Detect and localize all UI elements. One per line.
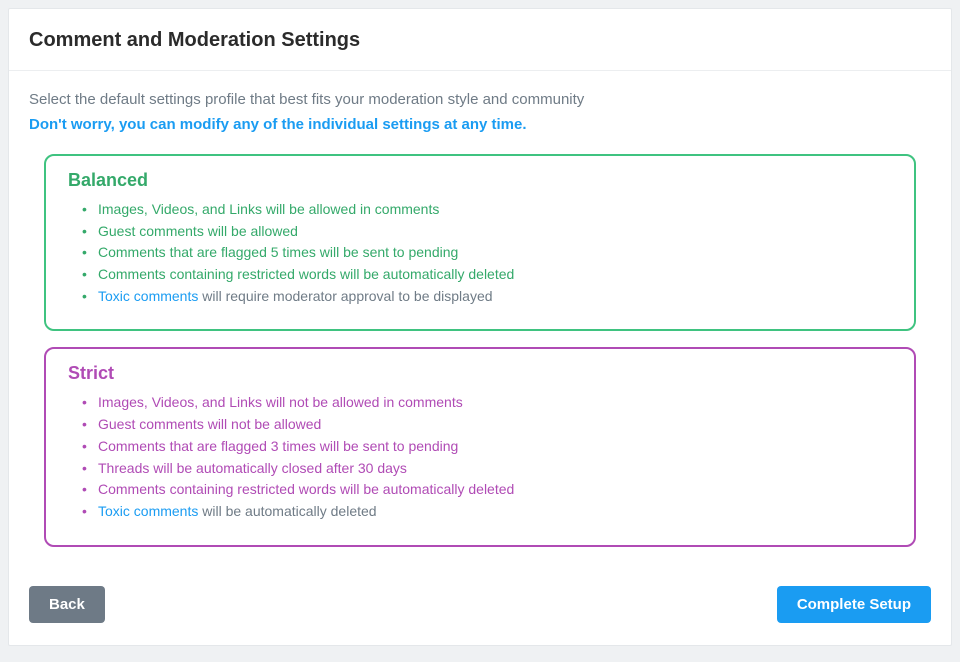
toxic-after-text: will require moderator approval to be di…: [198, 288, 492, 304]
profile-list-strict: Images, Videos, and Links will not be al…: [68, 392, 892, 522]
back-button[interactable]: Back: [29, 586, 105, 623]
toxic-after-text: will be automatically deleted: [198, 503, 376, 519]
list-item-toxic: Toxic comments will require moderator ap…: [82, 286, 892, 308]
list-item: Threads will be automatically closed aft…: [82, 458, 892, 480]
card-header: Comment and Moderation Settings: [9, 9, 951, 71]
profile-option-balanced[interactable]: Balanced Images, Videos, and Links will …: [44, 154, 916, 331]
toxic-comments-link[interactable]: Toxic comments: [98, 288, 198, 304]
list-item: Guest comments will not be allowed: [82, 414, 892, 436]
toxic-comments-link[interactable]: Toxic comments: [98, 503, 198, 519]
list-item: Images, Videos, and Links will be allowe…: [82, 199, 892, 221]
profile-option-strict[interactable]: Strict Images, Videos, and Links will no…: [44, 347, 916, 546]
card-body: Select the default settings profile that…: [9, 71, 951, 568]
complete-setup-button[interactable]: Complete Setup: [777, 586, 931, 623]
intro-highlight: Don't worry, you can modify any of the i…: [29, 114, 931, 137]
settings-card: Comment and Moderation Settings Select t…: [8, 8, 952, 646]
profile-title-balanced: Balanced: [68, 170, 892, 191]
intro-text: Select the default settings profile that…: [29, 89, 931, 112]
list-item: Comments containing restricted words wil…: [82, 479, 892, 501]
list-item: Images, Videos, and Links will not be al…: [82, 392, 892, 414]
list-item: Comments that are flagged 5 times will b…: [82, 242, 892, 264]
card-footer: Back Complete Setup: [9, 568, 951, 645]
list-item: Guest comments will be allowed: [82, 221, 892, 243]
profile-title-strict: Strict: [68, 363, 892, 384]
profile-list-balanced: Images, Videos, and Links will be allowe…: [68, 199, 892, 307]
list-item: Comments that are flagged 3 times will b…: [82, 436, 892, 458]
profile-options: Balanced Images, Videos, and Links will …: [29, 154, 931, 547]
page-title: Comment and Moderation Settings: [29, 29, 931, 52]
list-item: Comments containing restricted words wil…: [82, 264, 892, 286]
list-item-toxic: Toxic comments will be automatically del…: [82, 501, 892, 523]
